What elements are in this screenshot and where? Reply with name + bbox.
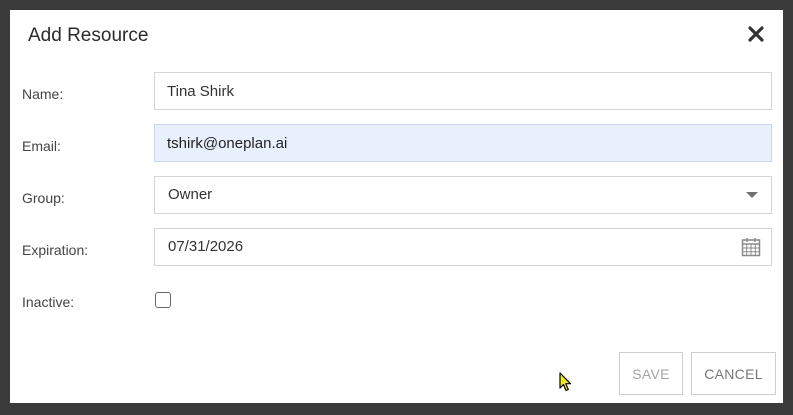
expiration-date-input[interactable]: 07/31/2026 [154, 228, 772, 266]
email-input[interactable] [154, 124, 772, 162]
dialog-title: Add Resource [28, 25, 149, 46]
inactive-label: Inactive: [22, 294, 75, 310]
close-button[interactable] [746, 24, 766, 44]
mouse-cursor-icon [559, 372, 572, 392]
group-selected-value: Owner [168, 186, 213, 203]
cancel-button[interactable]: CANCEL [691, 352, 776, 395]
expiration-value: 07/31/2026 [168, 238, 244, 255]
close-icon [748, 26, 764, 42]
inactive-checkbox[interactable] [155, 292, 171, 308]
expiration-label: Expiration: [22, 242, 89, 258]
save-button[interactable]: SAVE [619, 352, 683, 395]
email-label: Email: [22, 138, 61, 154]
chevron-down-icon[interactable] [746, 192, 758, 198]
name-input[interactable] [154, 72, 772, 110]
group-select[interactable]: Owner [154, 176, 772, 214]
group-label: Group: [22, 190, 65, 206]
name-label: Name: [22, 86, 64, 102]
calendar-icon[interactable] [741, 237, 761, 257]
add-resource-dialog: Add Resource Name: Email: Group: Owner E… [10, 10, 783, 403]
